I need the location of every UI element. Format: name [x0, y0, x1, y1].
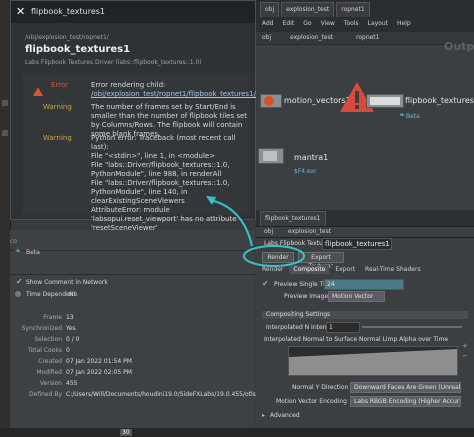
current-frame-marker: 30 — [120, 429, 132, 436]
timeline-bar[interactable]: 30 — [0, 428, 474, 437]
annotation-overlay — [206, 196, 305, 267]
